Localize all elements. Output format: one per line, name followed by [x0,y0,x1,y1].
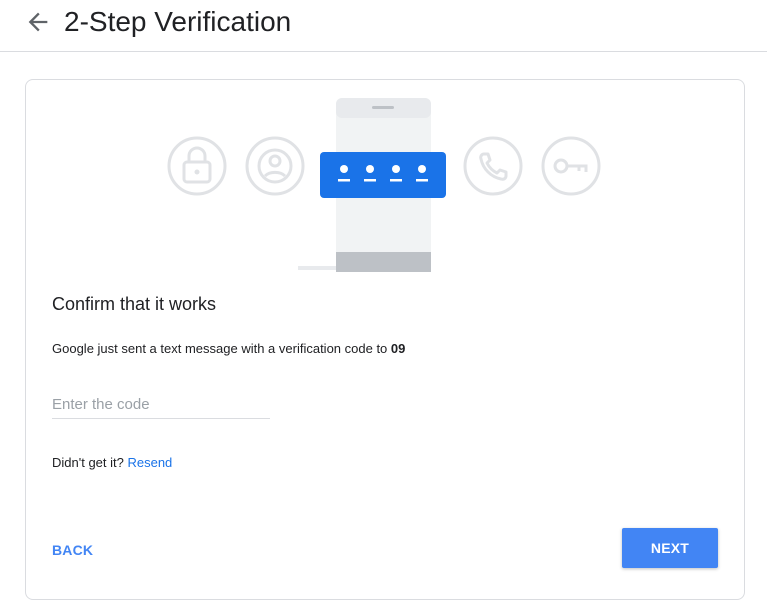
page-header: 2-Step Verification [0,0,767,52]
page-title: 2-Step Verification [64,6,292,37]
verification-message: Google just sent a text message with a v… [52,340,405,358]
arrow-left-icon[interactable] [24,8,52,36]
phone-icon [463,136,523,196]
resend-prompt: Didn't get it? [52,455,128,470]
phone-number-suffix: 09 [390,341,406,356]
back-button[interactable]: BACK [42,534,103,566]
confirm-heading: Confirm that it works [52,294,217,314]
next-button[interactable]: NEXT [622,528,718,568]
account-circle-icon [245,136,305,196]
message-text: Google just sent a text message with a v… [52,341,391,356]
code-box-illustration [320,152,446,198]
key-icon [541,136,601,196]
resend-row: Didn't get it? Resend [52,454,172,472]
verification-illustration [167,98,601,272]
lock-icon [167,136,227,196]
verification-card: Confirm that it works Google just sent a… [25,79,745,600]
verification-code-input[interactable] [52,390,270,419]
resend-link[interactable]: Resend [127,455,172,470]
